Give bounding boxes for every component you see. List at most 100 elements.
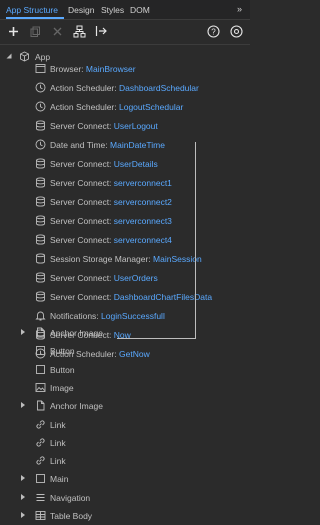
component-name: DashboardSchedular bbox=[119, 83, 199, 93]
component-name: MainDateTime bbox=[110, 140, 165, 150]
database-icon bbox=[35, 234, 46, 245]
tree-node-component[interactable]: Server Connect: UserLogout bbox=[0, 116, 250, 135]
panel-tabs: App Structure Design Styles DOM » bbox=[0, 0, 250, 20]
help-icon[interactable]: ? bbox=[205, 23, 221, 39]
component-type: Action Scheduler: bbox=[50, 83, 117, 93]
database-icon bbox=[35, 215, 46, 226]
bell-icon bbox=[35, 310, 46, 321]
active-tab-indicator bbox=[6, 17, 64, 19]
tree-node-component[interactable]: Server Connect: UserOrders bbox=[0, 268, 250, 287]
expand-arrow-icon[interactable] bbox=[19, 511, 27, 519]
component-type: Notifications: bbox=[50, 311, 99, 321]
export-icon[interactable] bbox=[93, 23, 109, 39]
element-label: Link bbox=[50, 456, 66, 467]
tab-app-structure[interactable]: App Structure bbox=[6, 5, 58, 15]
browser-icon bbox=[35, 63, 46, 74]
element-label: Table Body bbox=[50, 511, 93, 521]
component-name: DashboardChartFilesData bbox=[113, 292, 213, 302]
tree-node-element[interactable]: Table Body bbox=[0, 506, 250, 525]
element-label: Main bbox=[50, 474, 69, 485]
database-icon bbox=[35, 272, 46, 283]
component-label: Action Scheduler: DashboardSchedular bbox=[50, 83, 199, 93]
expand-arrow-icon[interactable] bbox=[19, 328, 27, 336]
tree-node-element[interactable]: Anchor Image bbox=[0, 396, 250, 415]
tree-node-element[interactable]: Anchor Image bbox=[0, 323, 250, 342]
component-label: Server Connect: DashboardChartFilesData bbox=[50, 292, 212, 302]
add-icon[interactable] bbox=[5, 23, 21, 39]
drop-guide-line bbox=[117, 338, 196, 339]
tree-node-element[interactable]: Link bbox=[0, 433, 250, 452]
tree-node-component[interactable]: Session Storage Manager: MainSession bbox=[0, 249, 250, 268]
element-label: Anchor Image bbox=[50, 328, 103, 338]
database-icon bbox=[35, 120, 46, 131]
table-icon bbox=[35, 510, 46, 521]
link-icon bbox=[35, 419, 46, 430]
drop-guide-line bbox=[195, 142, 196, 339]
structure-icon[interactable] bbox=[71, 23, 87, 39]
delete-icon[interactable] bbox=[49, 23, 65, 39]
tab-dom[interactable]: DOM bbox=[130, 5, 150, 15]
tab-design[interactable]: Design bbox=[68, 5, 94, 15]
component-type: Server Connect: bbox=[50, 273, 112, 283]
tree-node-component[interactable]: Action Scheduler: DashboardSchedular bbox=[0, 78, 250, 97]
component-type: Session Storage Manager: bbox=[50, 254, 151, 264]
component-type: Server Connect: bbox=[50, 235, 112, 245]
tree-node-component[interactable]: Server Connect: serverconnect1 bbox=[0, 173, 250, 192]
component-name: serverconnect1 bbox=[113, 178, 172, 188]
component-name: UserOrders bbox=[113, 273, 158, 283]
element-label: Anchor Image bbox=[50, 401, 103, 412]
tree-node-element[interactable]: Link bbox=[0, 415, 250, 434]
element-label: Navigation bbox=[50, 492, 91, 503]
component-label: Server Connect: serverconnect1 bbox=[50, 178, 172, 188]
copy-icon[interactable] bbox=[27, 23, 43, 39]
settings-icon[interactable] bbox=[228, 23, 244, 39]
square-icon bbox=[35, 473, 46, 484]
structure-toolbar: ? bbox=[0, 20, 250, 45]
tree-node-component[interactable]: Server Connect: DashboardChartFilesData bbox=[0, 287, 250, 306]
tree-node-element[interactable]: Link bbox=[0, 451, 250, 470]
database-icon bbox=[35, 177, 46, 188]
expand-arrow-icon[interactable] bbox=[19, 401, 27, 409]
database-icon bbox=[35, 196, 46, 207]
component-type: Action Scheduler: bbox=[50, 102, 117, 112]
tree-node-element[interactable]: Main bbox=[0, 469, 250, 488]
tree-node-component[interactable]: Date and Time: MainDateTime bbox=[0, 135, 250, 154]
file-icon bbox=[35, 327, 46, 338]
tree-node-component[interactable]: Action Scheduler: LogoutSchedular bbox=[0, 97, 250, 116]
component-name: serverconnect4 bbox=[113, 235, 172, 245]
expand-arrow-icon[interactable] bbox=[19, 474, 27, 482]
tab-styles[interactable]: Styles bbox=[101, 5, 124, 15]
component-name: serverconnect3 bbox=[113, 216, 172, 226]
tree-node-element[interactable]: Button bbox=[0, 341, 250, 360]
square-icon bbox=[35, 364, 46, 375]
element-label: Link bbox=[50, 419, 66, 430]
component-type: Server Connect: bbox=[50, 121, 112, 131]
database-icon bbox=[35, 291, 46, 302]
expand-arrow-icon[interactable] bbox=[19, 493, 27, 501]
component-label: Date and Time: MainDateTime bbox=[50, 140, 165, 150]
tree-node-element[interactable]: Button bbox=[0, 360, 250, 379]
component-type: Browser: bbox=[50, 64, 84, 74]
storage-icon bbox=[35, 253, 46, 264]
file-icon bbox=[35, 400, 46, 411]
component-type: Server Connect: bbox=[50, 216, 112, 226]
component-label: Notifications: LoginSuccessfull bbox=[50, 311, 165, 321]
component-name: MainBrowser bbox=[85, 64, 136, 74]
tree-node-element[interactable]: Image bbox=[0, 378, 250, 397]
component-label: Server Connect: serverconnect2 bbox=[50, 197, 172, 207]
tree-node-component[interactable]: Server Connect: UserDetails bbox=[0, 154, 250, 173]
tree-node-component[interactable]: Server Connect: serverconnect4 bbox=[0, 230, 250, 249]
component-type: Server Connect: bbox=[50, 292, 112, 302]
list-icon bbox=[35, 492, 46, 503]
component-type: Date and Time: bbox=[50, 140, 108, 150]
element-label: Button bbox=[50, 346, 75, 357]
tree-node-component[interactable]: Server Connect: serverconnect3 bbox=[0, 211, 250, 230]
clock-icon bbox=[35, 139, 46, 150]
chevron-double-right-icon[interactable]: » bbox=[237, 4, 242, 14]
element-label: Button bbox=[50, 364, 75, 375]
tree-node-component[interactable]: Browser: MainBrowser bbox=[0, 59, 250, 78]
component-name: serverconnect2 bbox=[113, 197, 172, 207]
tree-node-component[interactable]: Server Connect: serverconnect2 bbox=[0, 192, 250, 211]
tree-node-element[interactable]: Navigation bbox=[0, 488, 250, 507]
clock-icon bbox=[35, 82, 46, 93]
